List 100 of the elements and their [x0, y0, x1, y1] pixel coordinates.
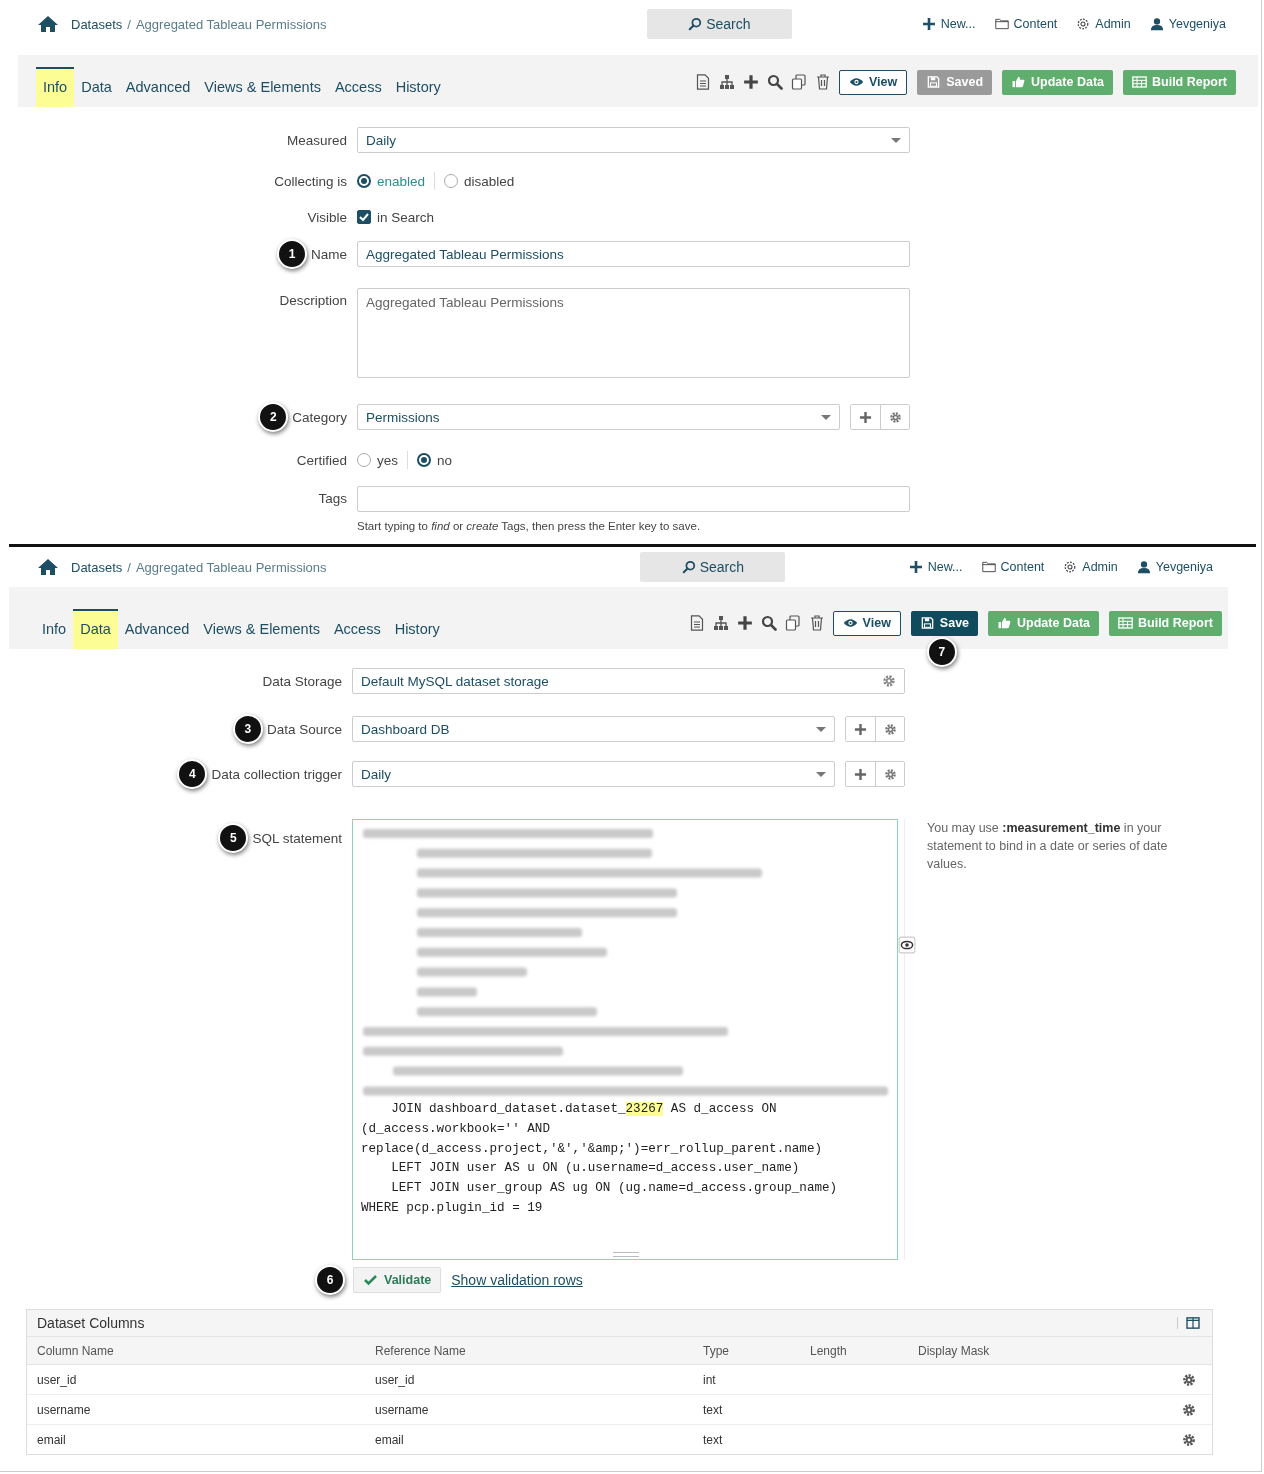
- radio-option[interactable]: no: [417, 452, 453, 468]
- tab[interactable]: Advanced: [117, 609, 197, 649]
- select-field[interactable]: Permissions: [357, 404, 840, 430]
- field-label: Data collection trigger: [211, 766, 342, 782]
- tab[interactable]: Access: [326, 609, 388, 649]
- home-icon[interactable]: [37, 558, 59, 576]
- callout-marker: 4: [177, 759, 208, 789]
- field-label: Certified: [296, 452, 347, 468]
- tab[interactable]: Access: [327, 67, 389, 107]
- code-line: JOIN dashboard_dataset.dataset_23267 AS d_access ON: [390, 1101, 778, 1118]
- breadcrumb-separator: /: [127, 16, 131, 32]
- field-label: Measured: [286, 132, 347, 148]
- settings-icon[interactable]: [1182, 1402, 1196, 1417]
- table-cell: username: [375, 1402, 429, 1417]
- select-field[interactable]: Dashboard DB: [352, 716, 835, 742]
- document-icon[interactable]: [694, 74, 711, 90]
- home-icon[interactable]: [37, 15, 59, 33]
- nav-link[interactable]: New...: [921, 17, 976, 31]
- nav-link[interactable]: Admin: [1076, 17, 1131, 31]
- callout-marker: 5: [218, 823, 249, 853]
- description-input[interactable]: Aggregated Tableau Permissions: [357, 288, 910, 378]
- breadcrumb-separator: /: [127, 559, 131, 575]
- radio-option[interactable]: yes: [357, 452, 398, 468]
- tab[interactable]: Data: [73, 609, 118, 649]
- settings-icon: [1063, 560, 1078, 574]
- settings-icon: [888, 410, 902, 424]
- save-button[interactable]: Save: [910, 610, 979, 636]
- field-label: Visible: [307, 209, 347, 225]
- view-button[interactable]: View: [832, 610, 901, 636]
- add-icon[interactable]: [736, 615, 753, 631]
- table-cell: text: [703, 1432, 723, 1447]
- user-menu[interactable]: Yevgeniya: [1136, 560, 1213, 574]
- nav-link[interactable]: Content: [994, 17, 1058, 31]
- view-button[interactable]: View: [838, 69, 908, 95]
- thumbs-up-icon: [997, 617, 1013, 629]
- settings-icon: [883, 767, 897, 781]
- callout-marker: 3: [232, 714, 263, 744]
- trash-icon[interactable]: [808, 615, 825, 631]
- column-header: Column Name: [37, 1343, 114, 1358]
- code-line: LEFT JOIN user AS u ON (u.username=d_access.user_name): [390, 1160, 801, 1178]
- copy-icon[interactable]: [784, 615, 801, 631]
- search-icon[interactable]: [760, 615, 777, 631]
- tab[interactable]: Info: [36, 67, 75, 107]
- tags-input[interactable]: [357, 486, 910, 512]
- table-cell: int: [703, 1372, 716, 1387]
- select-field[interactable]: Daily: [352, 761, 835, 787]
- search-icon: [688, 17, 703, 31]
- code-line: (d_access.workbook='' AND: [361, 1120, 551, 1138]
- plus-icon: [854, 767, 867, 781]
- settings-button[interactable]: [875, 717, 904, 741]
- tab[interactable]: Data: [74, 67, 119, 107]
- settings-icon[interactable]: [1182, 1372, 1196, 1387]
- breadcrumb-current: Aggregated Tableau Permissions: [135, 559, 327, 575]
- plus-icon: [859, 410, 872, 424]
- settings-button[interactable]: [880, 405, 909, 429]
- nav-link[interactable]: Admin: [1063, 560, 1118, 574]
- preview-icon[interactable]: [898, 936, 916, 954]
- tab[interactable]: Info: [35, 609, 74, 649]
- tab[interactable]: Views & Elements: [197, 67, 328, 107]
- hierarchy-icon[interactable]: [712, 615, 729, 631]
- search-button[interactable]: Search: [646, 9, 792, 39]
- eye-icon: [842, 617, 858, 629]
- columns-icon[interactable]: [1177, 1317, 1200, 1329]
- storage-field[interactable]: Default MySQL dataset storage: [352, 668, 905, 694]
- nav-link[interactable]: Content: [981, 560, 1045, 574]
- add-icon[interactable]: [742, 74, 759, 90]
- user-menu[interactable]: Yevgeniya: [1149, 17, 1226, 31]
- settings-icon: [883, 722, 897, 736]
- name-input[interactable]: Aggregated Tableau Permissions: [357, 241, 910, 267]
- callout-marker: 7: [926, 636, 957, 667]
- trash-icon[interactable]: [814, 74, 831, 90]
- settings-icon[interactable]: [882, 674, 896, 688]
- validation-rows-link[interactable]: Show validation rows: [451, 1272, 583, 1288]
- hint-text: You may use :measurement_time in your statement to bind in a date or series of date values.: [927, 820, 1169, 873]
- field-label: Data Storage: [262, 673, 342, 689]
- check-icon: [358, 211, 370, 223]
- validate-button[interactable]: Validate: [353, 1267, 442, 1293]
- radio-option[interactable]: disabled: [444, 173, 515, 189]
- field-label: Collecting is: [274, 173, 347, 189]
- nav-link[interactable]: New...: [908, 560, 963, 574]
- checkbox-option[interactable]: in Search: [357, 209, 435, 225]
- hierarchy-icon[interactable]: [718, 74, 735, 90]
- search-icon[interactable]: [766, 74, 783, 90]
- callout-marker: 6: [315, 1265, 345, 1295]
- tab[interactable]: History: [388, 67, 448, 107]
- table-cell: username: [37, 1402, 91, 1417]
- copy-icon[interactable]: [790, 74, 807, 90]
- search-button[interactable]: Search: [640, 552, 786, 582]
- table-title: Dataset Columns: [37, 1315, 145, 1331]
- settings-button[interactable]: [875, 762, 904, 786]
- tab[interactable]: Advanced: [118, 67, 198, 107]
- tab[interactable]: History: [387, 609, 447, 649]
- eye-icon: [848, 76, 864, 88]
- settings-icon[interactable]: [1182, 1432, 1196, 1447]
- document-icon[interactable]: [688, 615, 705, 631]
- tab[interactable]: Views & Elements: [196, 609, 327, 649]
- breadcrumb-link[interactable]: Datasets: [71, 559, 123, 575]
- radio-option[interactable]: enabled: [357, 173, 426, 189]
- select-field[interactable]: Daily: [357, 127, 910, 153]
- breadcrumb-link[interactable]: Datasets: [71, 16, 123, 32]
